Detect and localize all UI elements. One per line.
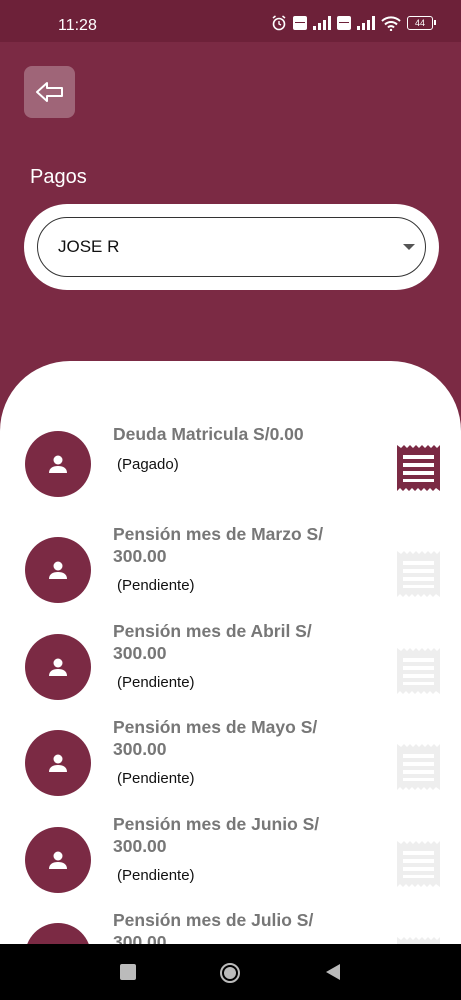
list-item[interactable]: Pensión mes de Marzo S/300.00 (Pendiente… <box>0 523 461 619</box>
home-icon[interactable] <box>219 962 241 984</box>
list-item[interactable]: Pensión mes de Junio S/300.00 (Pendiente… <box>0 813 461 909</box>
payment-status: (Pagado) <box>117 456 179 473</box>
receipt-icon[interactable] <box>397 445 440 491</box>
signal-icon <box>313 16 331 30</box>
wifi-icon <box>381 15 401 31</box>
arrow-left-icon <box>35 82 63 102</box>
back-nav-icon[interactable] <box>324 962 342 982</box>
person-icon <box>49 658 67 676</box>
list-item[interactable]: Pensión mes de Abril S/300.00 (Pendiente… <box>0 620 461 716</box>
student-select-container: JOSE R <box>24 204 439 290</box>
payment-title: Pensión mes de Mayo S/300.00 <box>113 717 318 759</box>
caret-down-icon <box>403 244 415 250</box>
avatar <box>25 827 91 893</box>
payment-status: (Pendiente) <box>117 674 195 691</box>
list-item[interactable]: Deuda Matricula S/0.00 (Pagado) <box>0 423 461 519</box>
receipt-icon[interactable] <box>397 551 440 597</box>
payment-title: Pensión mes de Junio S/300.00 <box>113 814 320 856</box>
avatar <box>25 431 91 497</box>
list-item[interactable]: Pensión mes de Mayo S/300.00 (Pendiente) <box>0 716 461 812</box>
payment-title: Pensión mes de Abril S/300.00 <box>113 621 312 663</box>
battery-level: 44 <box>414 18 425 28</box>
signal-icon-2 <box>357 16 375 30</box>
status-time: 11:28 <box>58 17 97 34</box>
receipt-icon[interactable] <box>397 744 440 790</box>
receipt-icon[interactable] <box>397 648 440 694</box>
status-bar: 11:28 44 <box>0 0 461 42</box>
payment-title: Deuda Matricula S/0.00 <box>113 424 304 444</box>
payment-status: (Pendiente) <box>117 867 195 884</box>
payments-list: Deuda Matricula S/0.00 (Pagado) Pensión … <box>0 361 461 961</box>
avatar <box>25 537 91 603</box>
volte-icon-2 <box>337 16 351 30</box>
volte-icon <box>293 16 307 30</box>
person-icon <box>49 851 67 869</box>
person-icon <box>49 455 67 473</box>
header: Pagos JOSE R <box>0 42 461 372</box>
receipt-icon[interactable] <box>397 841 440 887</box>
avatar <box>25 730 91 796</box>
payment-status: (Pendiente) <box>117 577 195 594</box>
avatar <box>25 634 91 700</box>
recents-icon[interactable] <box>118 962 138 982</box>
status-icons: 44 <box>271 15 436 31</box>
student-select-value: JOSE R <box>58 237 120 256</box>
battery-icon: 44 <box>407 16 436 30</box>
student-select[interactable]: JOSE R <box>37 217 426 277</box>
person-icon <box>49 754 67 772</box>
back-button[interactable] <box>24 66 75 118</box>
page-title: Pagos <box>30 166 87 188</box>
alarm-icon <box>272 15 286 31</box>
payment-title: Pensión mes de Marzo S/300.00 <box>113 524 324 566</box>
person-icon <box>49 561 67 579</box>
payment-status: (Pendiente) <box>117 770 195 787</box>
system-nav-bar <box>0 944 461 1000</box>
